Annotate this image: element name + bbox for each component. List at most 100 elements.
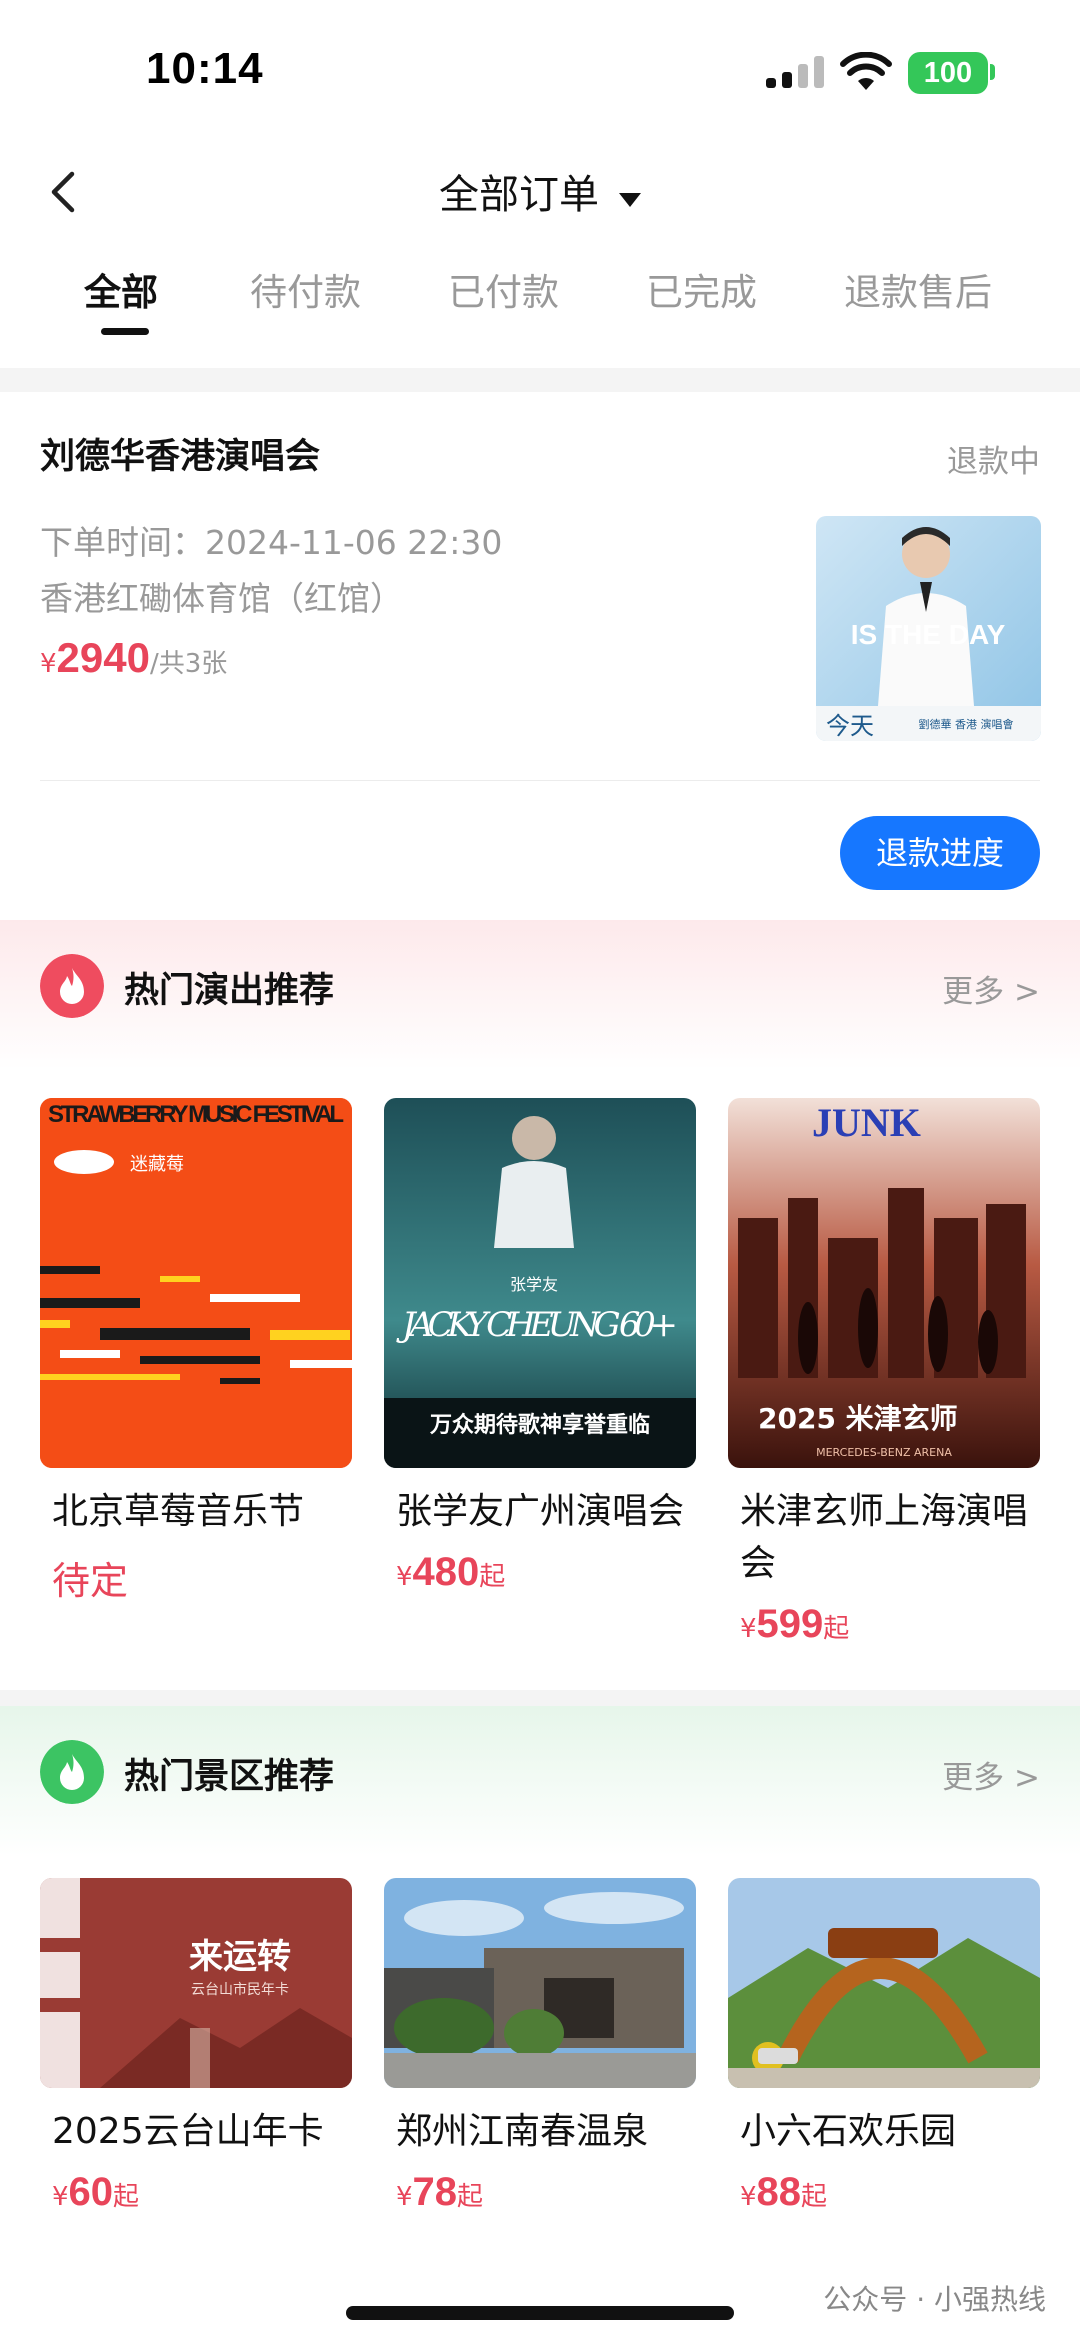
order-card[interactable]: 刘德华香港演唱会 退款中 下单时间：2024-11-06 22:30 香港红磡体… — [0, 392, 1080, 920]
poster-sub-text: 万众期待歌神享誉重临 — [429, 1412, 650, 1438]
scenic-card[interactable]: 郑州江南春温泉 ¥78起 — [384, 1878, 696, 2215]
concert-poster-image: IS THE DAY 今天 劉德華 香港 演唱會 — [816, 516, 1041, 741]
poster-tag-text: MERCEDES-BENZ ARENA — [816, 1446, 952, 1459]
card-art-title: 来运转 — [189, 1937, 291, 1977]
currency-symbol: ¥ — [40, 649, 57, 679]
price-suffix: 起 — [801, 2182, 828, 2212]
order-title: 刘德华香港演唱会 — [40, 437, 321, 477]
show-card[interactable]: JUNK 2025 米津玄师 MERCEDES-BENZ ARENA 米津玄师上… — [728, 1098, 1040, 1647]
poster-title-text: JUNK — [812, 1100, 921, 1145]
order-venue: 香港红磡体育馆（红馆） — [40, 579, 403, 618]
scenic-price: ¥60起 — [40, 2170, 352, 2215]
tab-pending-payment[interactable]: 待付款 — [250, 262, 361, 316]
price-amount: 599 — [756, 1602, 824, 1646]
hot-scenic-more-link[interactable]: 更多 > — [942, 1752, 1040, 1797]
scenic-name: 郑州江南春温泉 — [396, 2111, 649, 2152]
scenic-name: 小六石欢乐园 — [740, 2111, 957, 2152]
park-gate-art — [728, 1878, 1040, 2088]
price-amount: 480 — [412, 1550, 480, 1594]
hot-shows-header: 热门演出推荐 更多 > — [0, 920, 1080, 1070]
yuntai-card-art: 来运转 云台山市民年卡 — [40, 1878, 352, 2088]
battery-indicator: 100 — [908, 52, 988, 94]
show-poster-yonezu: JUNK 2025 米津玄师 MERCEDES-BENZ ARENA — [728, 1098, 1040, 1468]
strawberry-festival-art: STRAWBERRY MUSIC FESTIVAL 迷藏莓 — [40, 1098, 352, 1468]
hot-scenic-section: 热门景区推荐 更多 > 来运转 云台山市民年卡 2025云台山年卡 ¥60起 郑… — [0, 1706, 1080, 2306]
tab-completed[interactable]: 已完成 — [646, 262, 757, 316]
scenic-price: ¥88起 — [728, 2170, 1040, 2215]
currency-symbol: ¥ — [740, 2182, 757, 2212]
currency-symbol: ¥ — [740, 1614, 757, 1644]
order-time: 下单时间：2024-11-06 22:30 — [40, 523, 503, 562]
order-tabs: 全部 待付款 已付款 已完成 退款售后 — [0, 262, 1080, 342]
poster-title-text: STRAWBERRY MUSIC FESTIVAL — [48, 1101, 344, 1128]
order-separator — [40, 780, 1040, 781]
tab-active-indicator — [101, 328, 149, 335]
caret-down-icon — [619, 192, 641, 207]
poster-tag-text: 张学友 — [510, 1275, 558, 1294]
show-poster-jacky: JACKY CHEUNG 60+ 张学友 万众期待歌神享誉重临 — [384, 1098, 696, 1468]
scenic-name: 2025云台山年卡 — [52, 2111, 324, 2152]
scenic-card[interactable]: 小六石欢乐园 ¥88起 — [728, 1878, 1040, 2215]
price-amount: 78 — [412, 2170, 458, 2214]
show-price: ¥599起 — [728, 1602, 1040, 1647]
price-suffix: 起 — [113, 2182, 140, 2212]
order-price: ¥2940/共3张 — [40, 634, 227, 682]
home-indicator[interactable] — [346, 2306, 734, 2320]
scenic-image-hotspring — [384, 1878, 696, 2088]
currency-symbol: ¥ — [52, 2182, 69, 2212]
yonezu-junk-poster-art: JUNK 2025 米津玄师 MERCEDES-BENZ ARENA — [728, 1098, 1040, 1468]
hot-scenic-header: 热门景区推荐 更多 > — [0, 1706, 1080, 1856]
price-amount: 60 — [68, 2170, 114, 2214]
poster-name-text: 今天 — [826, 712, 874, 740]
poster-artist-text: 劉德華 香港 演唱會 — [919, 717, 1014, 731]
watermark: 公众号 · 小强热线 — [823, 2283, 1046, 2316]
page-title: 全部订单 — [439, 172, 599, 218]
ticket-count: /共3张 — [149, 649, 228, 679]
price-amount: 2940 — [56, 634, 150, 681]
show-poster-strawberry: STRAWBERRY MUSIC FESTIVAL 迷藏莓 — [40, 1098, 352, 1468]
show-name: 张学友广州演唱会 — [396, 1491, 685, 1532]
show-card[interactable]: JACKY CHEUNG 60+ 张学友 万众期待歌神享誉重临 张学友广州演唱会… — [384, 1098, 696, 1595]
fire-icon — [40, 954, 104, 1018]
price-suffix: 起 — [823, 1614, 850, 1644]
cellular-signal-icon — [766, 56, 824, 88]
hot-shows-more-link[interactable]: 更多 > — [942, 966, 1040, 1011]
hot-scenic-title: 热门景区推荐 — [124, 1757, 335, 1797]
jacky-cheung-poster-art: JACKY CHEUNG 60+ 张学友 万众期待歌神享誉重临 — [384, 1098, 696, 1468]
wifi-icon — [840, 52, 892, 90]
show-name: 米津玄师上海演唱会 — [740, 1491, 1029, 1584]
section-divider — [0, 1690, 1080, 1706]
order-poster[interactable]: IS THE DAY 今天 劉德華 香港 演唱會 — [816, 516, 1041, 741]
scenic-price: ¥78起 — [384, 2170, 696, 2215]
poster-big-text: IS THE DAY — [851, 619, 1006, 650]
hot-shows-title: 热门演出推荐 — [124, 971, 335, 1011]
poster-logo-text: 迷藏莓 — [130, 1154, 184, 1175]
hot-shows-section: 热门演出推荐 更多 > STRAWBERRY MUSIC FESTIVAL 迷藏… — [0, 920, 1080, 1690]
tab-refund[interactable]: 退款售后 — [844, 262, 992, 316]
section-divider — [0, 368, 1080, 392]
battery-tip — [990, 64, 995, 80]
status-bar: 10:14 100 — [0, 0, 1080, 140]
price-suffix: 起 — [479, 1562, 506, 1592]
tab-all[interactable]: 全部 — [84, 262, 158, 316]
tab-paid[interactable]: 已付款 — [448, 262, 559, 316]
poster-sub-text: 2025 米津玄师 — [758, 1402, 958, 1435]
scenic-card[interactable]: 来运转 云台山市民年卡 2025云台山年卡 ¥60起 — [40, 1878, 352, 2215]
currency-symbol: ¥ — [396, 1562, 413, 1592]
refund-progress-button[interactable]: 退款进度 — [840, 816, 1040, 890]
show-price: ¥480起 — [384, 1550, 696, 1595]
currency-symbol: ¥ — [396, 2182, 413, 2212]
price-suffix: 起 — [457, 2182, 484, 2212]
show-price-tbd: 待定 — [52, 1559, 129, 1603]
order-filter-dropdown[interactable]: 全部订单 — [0, 162, 1080, 220]
scenic-image-yuntai: 来运转 云台山市民年卡 — [40, 1878, 352, 2088]
order-status: 退款中 — [947, 444, 1040, 480]
scenic-image-park — [728, 1878, 1040, 2088]
poster-title-text: JACKY CHEUNG 60+ — [396, 1305, 678, 1345]
fire-icon — [40, 1740, 104, 1804]
show-card[interactable]: STRAWBERRY MUSIC FESTIVAL 迷藏莓 北京草莓音乐节 待定 — [40, 1098, 352, 1605]
price-amount: 88 — [756, 2170, 802, 2214]
show-name: 北京草莓音乐节 — [52, 1491, 305, 1532]
status-time: 10:14 — [146, 44, 264, 93]
card-art-sub: 云台山市民年卡 — [191, 1981, 289, 1998]
